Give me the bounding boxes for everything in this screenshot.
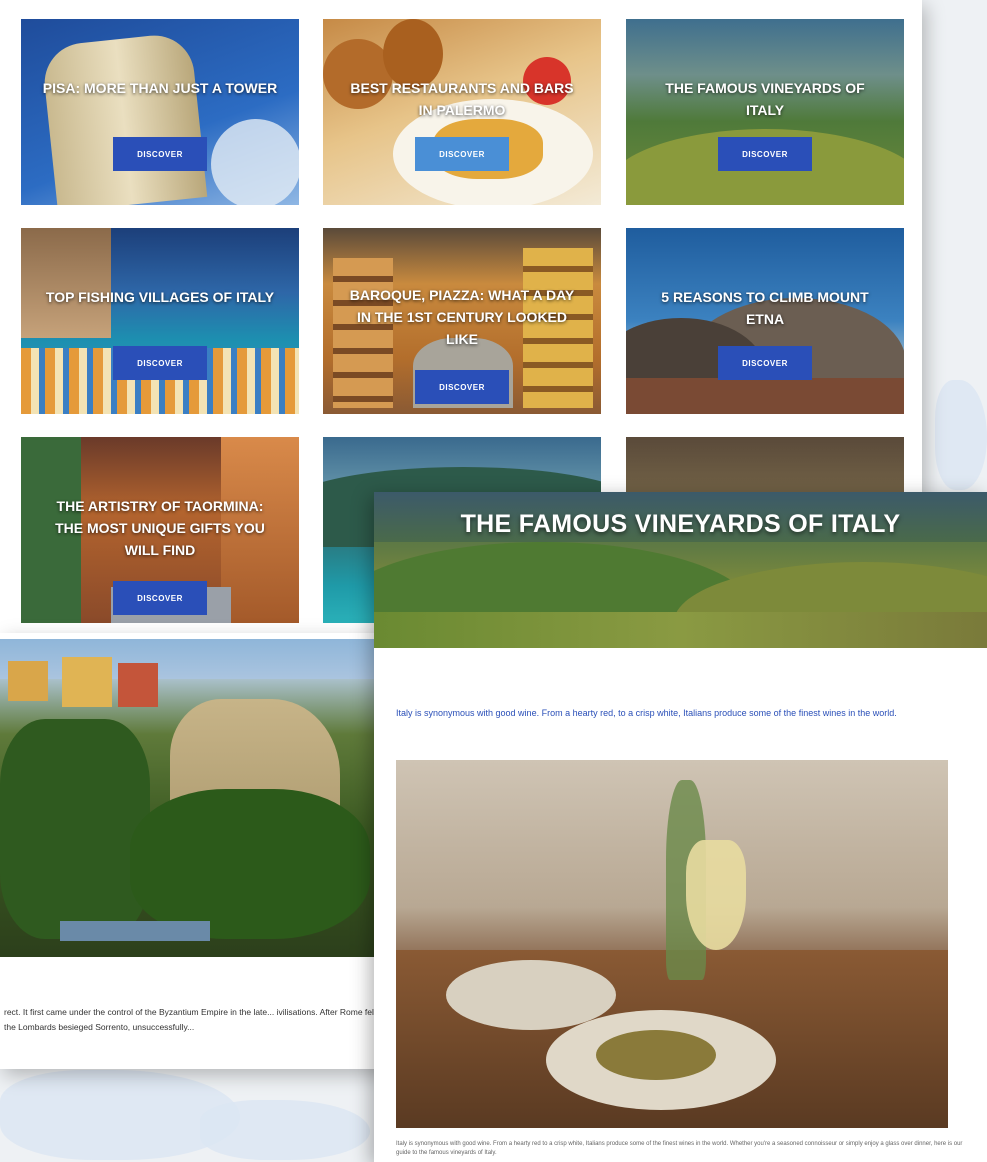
discover-button[interactable]: DISCOVER (113, 137, 207, 171)
vineyards-article-page: THE FAMOUS VINEYARDS OF ITALY Italy is s… (374, 492, 987, 1162)
discover-button[interactable]: DISCOVER (415, 137, 509, 171)
article-card[interactable]: Best Restaurants and Bars in Palermo DIS… (323, 19, 601, 205)
card-title: The Artistry of Taormina: The Most Uniqu… (55, 498, 265, 558)
article-intro: Italy is synonymous with good wine. From… (396, 708, 897, 718)
card-title: Pisa: More Than Just a Tower (42, 80, 278, 96)
discover-button[interactable]: DISCOVER (113, 346, 207, 380)
article-card[interactable]: Baroque, Piazza: What a Day in the 1st C… (323, 228, 601, 414)
card-title: The Famous Vineyards of Italy (665, 80, 865, 118)
sorrento-article-page: rect. It first came under the control of… (0, 633, 388, 1069)
background-splash (935, 380, 987, 490)
wine-table-photo (396, 760, 948, 1128)
article-card[interactable]: The Famous Vineyards of Italy DISCOVER (626, 19, 904, 205)
article-card[interactable]: Pisa: More Than Just a Tower DISCOVER (21, 19, 299, 205)
article-card[interactable]: The Artistry of Taormina: The Most Uniqu… (21, 437, 299, 623)
sorrento-hero-image (0, 639, 388, 957)
discover-button[interactable]: DISCOVER (113, 581, 207, 615)
card-title: Best Restaurants and Bars in Palermo (350, 80, 574, 118)
article-body-text: rect. It first came under the control of… (4, 1007, 379, 1032)
card-title: Baroque, Piazza: What a Day in the 1st C… (349, 287, 575, 347)
card-title: Top Fishing Villages of Italy (45, 289, 275, 305)
article-card[interactable]: Top Fishing Villages of Italy DISCOVER (21, 228, 299, 414)
vineyards-hero-image: THE FAMOUS VINEYARDS OF ITALY (374, 492, 987, 648)
discover-button[interactable]: DISCOVER (718, 346, 812, 380)
article-title: THE FAMOUS VINEYARDS OF ITALY (460, 510, 901, 538)
discover-button[interactable]: DISCOVER (415, 370, 509, 404)
photo-caption: Italy is synonymous with good wine. From… (396, 1141, 963, 1156)
background-splash (200, 1100, 370, 1160)
card-title: 5 Reasons to Climb Mount Etna (661, 289, 869, 327)
discover-button[interactable]: DISCOVER (718, 137, 812, 171)
article-card[interactable]: 5 Reasons to Climb Mount Etna DISCOVER (626, 228, 904, 414)
